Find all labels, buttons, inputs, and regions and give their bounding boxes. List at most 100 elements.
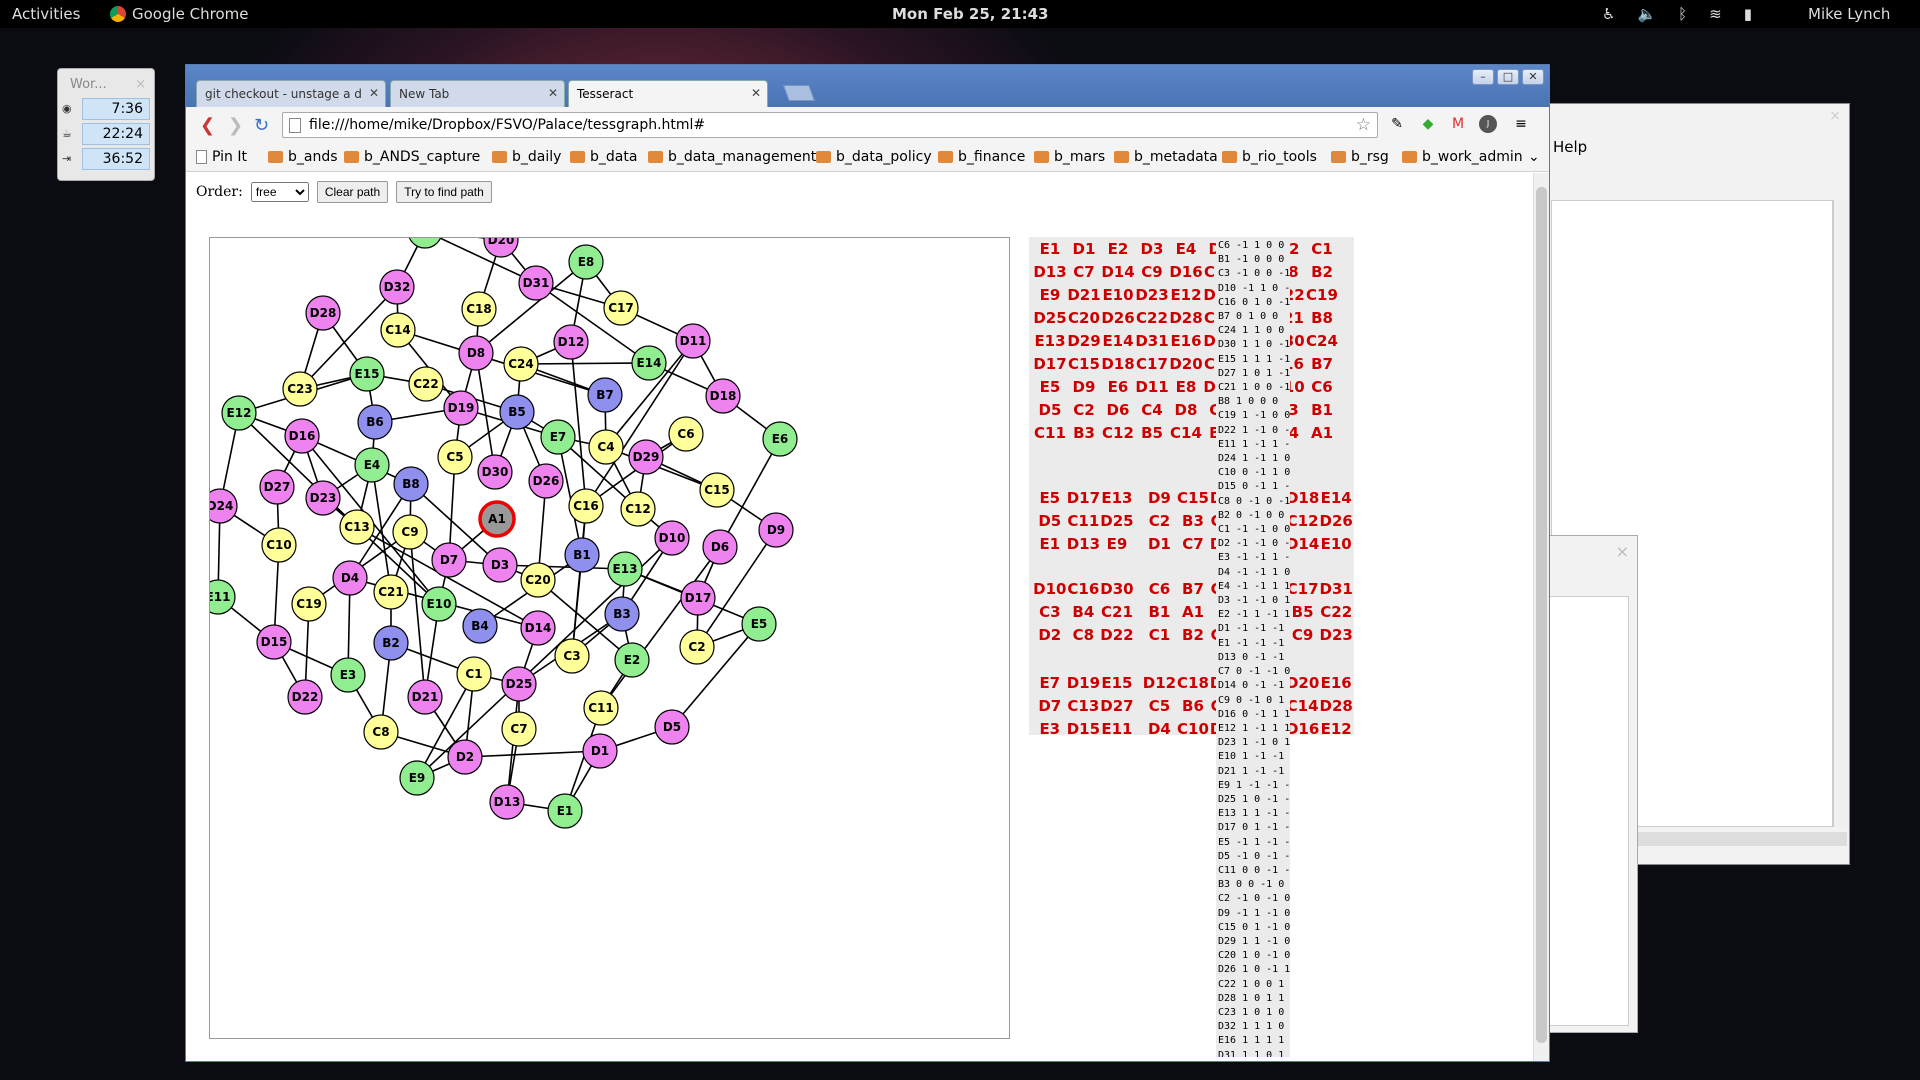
graph-node[interactable]: E12 xyxy=(221,395,257,431)
graph-node[interactable]: D3 xyxy=(482,547,518,583)
graph-node[interactable]: C17 xyxy=(603,290,639,326)
close-tab-icon[interactable]: ✕ xyxy=(751,86,761,100)
graph-node[interactable]: C23 xyxy=(282,371,318,407)
graph-node[interactable]: C22 xyxy=(408,366,444,402)
graph-node[interactable]: C12 xyxy=(620,491,656,527)
bookmark-pin-it[interactable]: Pin It xyxy=(196,149,247,165)
graph-node[interactable]: E7 xyxy=(540,419,576,455)
bookmark-folder[interactable]: b_rsg xyxy=(1331,149,1389,165)
graph-node[interactable]: D24 xyxy=(210,488,238,524)
graph-node[interactable]: D27 xyxy=(259,469,295,505)
graph-node[interactable]: E14 xyxy=(631,345,667,381)
back-icon[interactable]: ❮ xyxy=(200,115,215,136)
chevron-down-icon[interactable]: ⌄ xyxy=(1528,149,1540,165)
graph-node[interactable]: B8 xyxy=(393,466,429,502)
graph-node[interactable]: C10 xyxy=(261,527,297,563)
graph-node[interactable]: D12 xyxy=(553,324,589,360)
graph-node[interactable]: C19 xyxy=(291,586,327,622)
graph-node[interactable]: D31 xyxy=(518,265,554,301)
gmail-icon[interactable]: M xyxy=(1449,115,1467,133)
graph-node[interactable]: E6 xyxy=(762,421,798,457)
battery-icon[interactable]: ▮ xyxy=(1744,5,1752,23)
graph-node[interactable]: C9 xyxy=(392,514,428,550)
bookmark-folder[interactable]: b_ANDS_capture xyxy=(344,149,480,165)
bookmark-folder[interactable]: b_rio_tools xyxy=(1222,149,1317,165)
graph-node[interactable]: E11 xyxy=(210,579,236,615)
close-icon[interactable]: × xyxy=(135,77,146,92)
graph-node[interactable]: E13 xyxy=(607,551,643,587)
bookmark-star-icon[interactable]: ☆ xyxy=(1356,115,1371,135)
graph-node[interactable]: C14 xyxy=(380,312,416,348)
graph-node[interactable]: D11 xyxy=(675,323,711,359)
scrollbar[interactable] xyxy=(1833,200,1849,827)
volume-icon[interactable]: 🔈 xyxy=(1637,5,1656,23)
reload-icon[interactable]: ↻ xyxy=(254,115,269,136)
graph-svg[interactable]: E16 D20 E8 D31 D32 C17 C18 D28 C14 D12 D11 D8 C24 E14… xyxy=(210,238,1009,1038)
bookmark-folder[interactable]: b_mars xyxy=(1034,149,1105,165)
graph-node[interactable]: C15 xyxy=(699,472,735,508)
system-tray[interactable]: ♿ 🔈 ᛒ ≋ ▮ xyxy=(1602,5,1752,23)
graph-node[interactable]: B1 xyxy=(564,537,600,573)
bookmark-folder[interactable]: b_data_policy xyxy=(816,149,932,165)
graph-node[interactable]: C3 xyxy=(554,638,590,674)
node-circle[interactable] xyxy=(408,238,442,249)
menu-icon[interactable]: ≡ xyxy=(1512,115,1530,133)
graph-node[interactable]: E10 xyxy=(421,586,457,622)
scroll-thumb[interactable] xyxy=(1536,187,1547,1043)
clock[interactable]: Mon Feb 25, 21:43 xyxy=(892,5,1048,23)
bookmark-folder[interactable]: b_finance xyxy=(938,149,1025,165)
close-tab-icon[interactable]: ✕ xyxy=(548,86,558,100)
graph-node[interactable]: C18 xyxy=(461,291,497,327)
graph-node[interactable]: C1 xyxy=(456,656,492,692)
bookmark-folder[interactable]: b_work_admin xyxy=(1402,149,1523,165)
close-window-button[interactable]: ✕ xyxy=(1522,69,1544,85)
user-menu[interactable]: Mike Lynch xyxy=(1808,5,1890,23)
graph-node[interactable]: D26 xyxy=(528,463,564,499)
graph-node[interactable]: D2 xyxy=(447,739,483,775)
extension-icon[interactable]: ◆ xyxy=(1419,115,1437,133)
graph-node[interactable]: D7 xyxy=(431,542,467,578)
bookmark-folder[interactable]: b_metadata xyxy=(1114,149,1218,165)
graph-node[interactable]: B5 xyxy=(499,394,535,430)
order-select[interactable]: free xyxy=(250,182,309,202)
graph-node[interactable]: B7 xyxy=(587,377,623,413)
wifi-icon[interactable]: ≋ xyxy=(1709,5,1722,23)
graph-node[interactable]: E1 xyxy=(547,793,583,829)
graph-node[interactable]: C4 xyxy=(588,429,624,465)
graph-node[interactable]: D29 xyxy=(628,439,664,475)
graph-node[interactable]: E16 xyxy=(408,238,442,249)
accessibility-icon[interactable]: ♿ xyxy=(1602,5,1615,23)
graph-node[interactable]: D16 xyxy=(284,418,320,454)
graph-node[interactable]: D9 xyxy=(758,512,794,548)
graph-node[interactable]: C6 xyxy=(668,416,704,452)
graph-node[interactable]: D1 xyxy=(582,733,618,769)
graph-node[interactable]: E8 xyxy=(568,244,604,280)
graph-node[interactable]: D25 xyxy=(501,666,537,702)
graph-node[interactable]: D19 xyxy=(443,390,479,426)
graph-node[interactable]: C20 xyxy=(520,562,556,598)
pin-extension-icon[interactable]: ✎ xyxy=(1388,115,1406,133)
close-icon[interactable]: × xyxy=(1616,542,1629,561)
graph-node[interactable]: D17 xyxy=(680,580,716,616)
close-tab-icon[interactable]: ✕ xyxy=(369,86,379,100)
tab-git-checkout[interactable]: git checkout - unstage a d ✕ xyxy=(196,80,386,107)
bookmark-folder[interactable]: b_data_management xyxy=(648,149,816,165)
activities-button[interactable]: Activities xyxy=(12,5,80,23)
graph-node[interactable]: B3 xyxy=(604,596,640,632)
graph-node[interactable]: D30 xyxy=(477,454,513,490)
clear-path-button[interactable]: Clear path xyxy=(316,181,389,203)
address-bar[interactable]: file:///home/mike/Dropbox/FSVO/Palace/te… xyxy=(282,112,1378,138)
graph-node[interactable]: E15 xyxy=(349,356,385,392)
minimize-button[interactable]: – xyxy=(1472,69,1494,85)
graph-node[interactable]: B4 xyxy=(462,608,498,644)
new-tab-button[interactable] xyxy=(783,85,815,101)
graph-node[interactable]: D6 xyxy=(702,529,738,565)
page-scrollbar[interactable] xyxy=(1533,173,1549,1061)
app-menu[interactable]: Google Chrome xyxy=(110,5,249,23)
bluetooth-icon[interactable]: ᛒ xyxy=(1678,5,1687,23)
graph-node[interactable]: B2 xyxy=(373,625,409,661)
jam-extension-icon[interactable]: J xyxy=(1479,115,1497,133)
bookmark-folder[interactable]: b_daily xyxy=(492,149,561,165)
graph-node[interactable]: D13 xyxy=(489,784,525,820)
tab-new-tab[interactable]: New Tab ✕ xyxy=(390,80,565,107)
